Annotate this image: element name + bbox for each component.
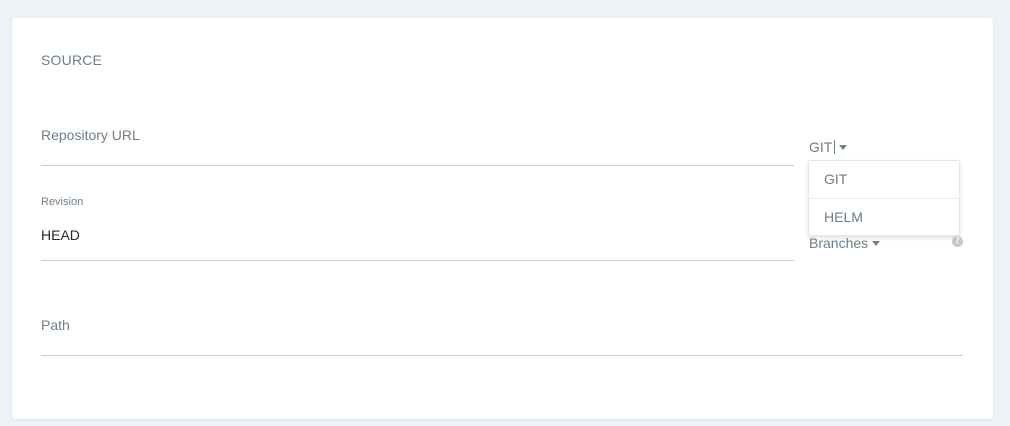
revision-field[interactable]: Revision HEAD: [41, 196, 794, 261]
repo-type-dropdown[interactable]: GIT: [809, 139, 848, 155]
chevron-down-icon: [839, 145, 848, 150]
repo-type-selected: GIT: [809, 139, 833, 155]
text-cursor: [834, 140, 836, 154]
chevron-down-icon: [872, 241, 881, 246]
revision-value[interactable]: HEAD: [41, 227, 80, 243]
source-card: SOURCE Repository URL GIT Revision HEAD …: [12, 18, 993, 419]
menu-item-helm[interactable]: HELM: [809, 198, 959, 235]
help-icon[interactable]: ?: [952, 236, 963, 247]
path-field[interactable]: Path: [41, 310, 963, 356]
revision-label: Revision: [41, 196, 84, 208]
revision-type-dropdown[interactable]: Branches: [809, 235, 881, 251]
path-placeholder: Path: [41, 317, 70, 333]
menu-item-git[interactable]: GIT: [809, 161, 959, 198]
revision-type-selected: Branches: [809, 235, 869, 251]
repository-url-placeholder: Repository URL: [41, 127, 140, 143]
repo-type-menu: GIT HELM: [808, 160, 960, 236]
section-title: SOURCE: [41, 52, 103, 68]
repository-url-field[interactable]: Repository URL: [41, 118, 794, 166]
